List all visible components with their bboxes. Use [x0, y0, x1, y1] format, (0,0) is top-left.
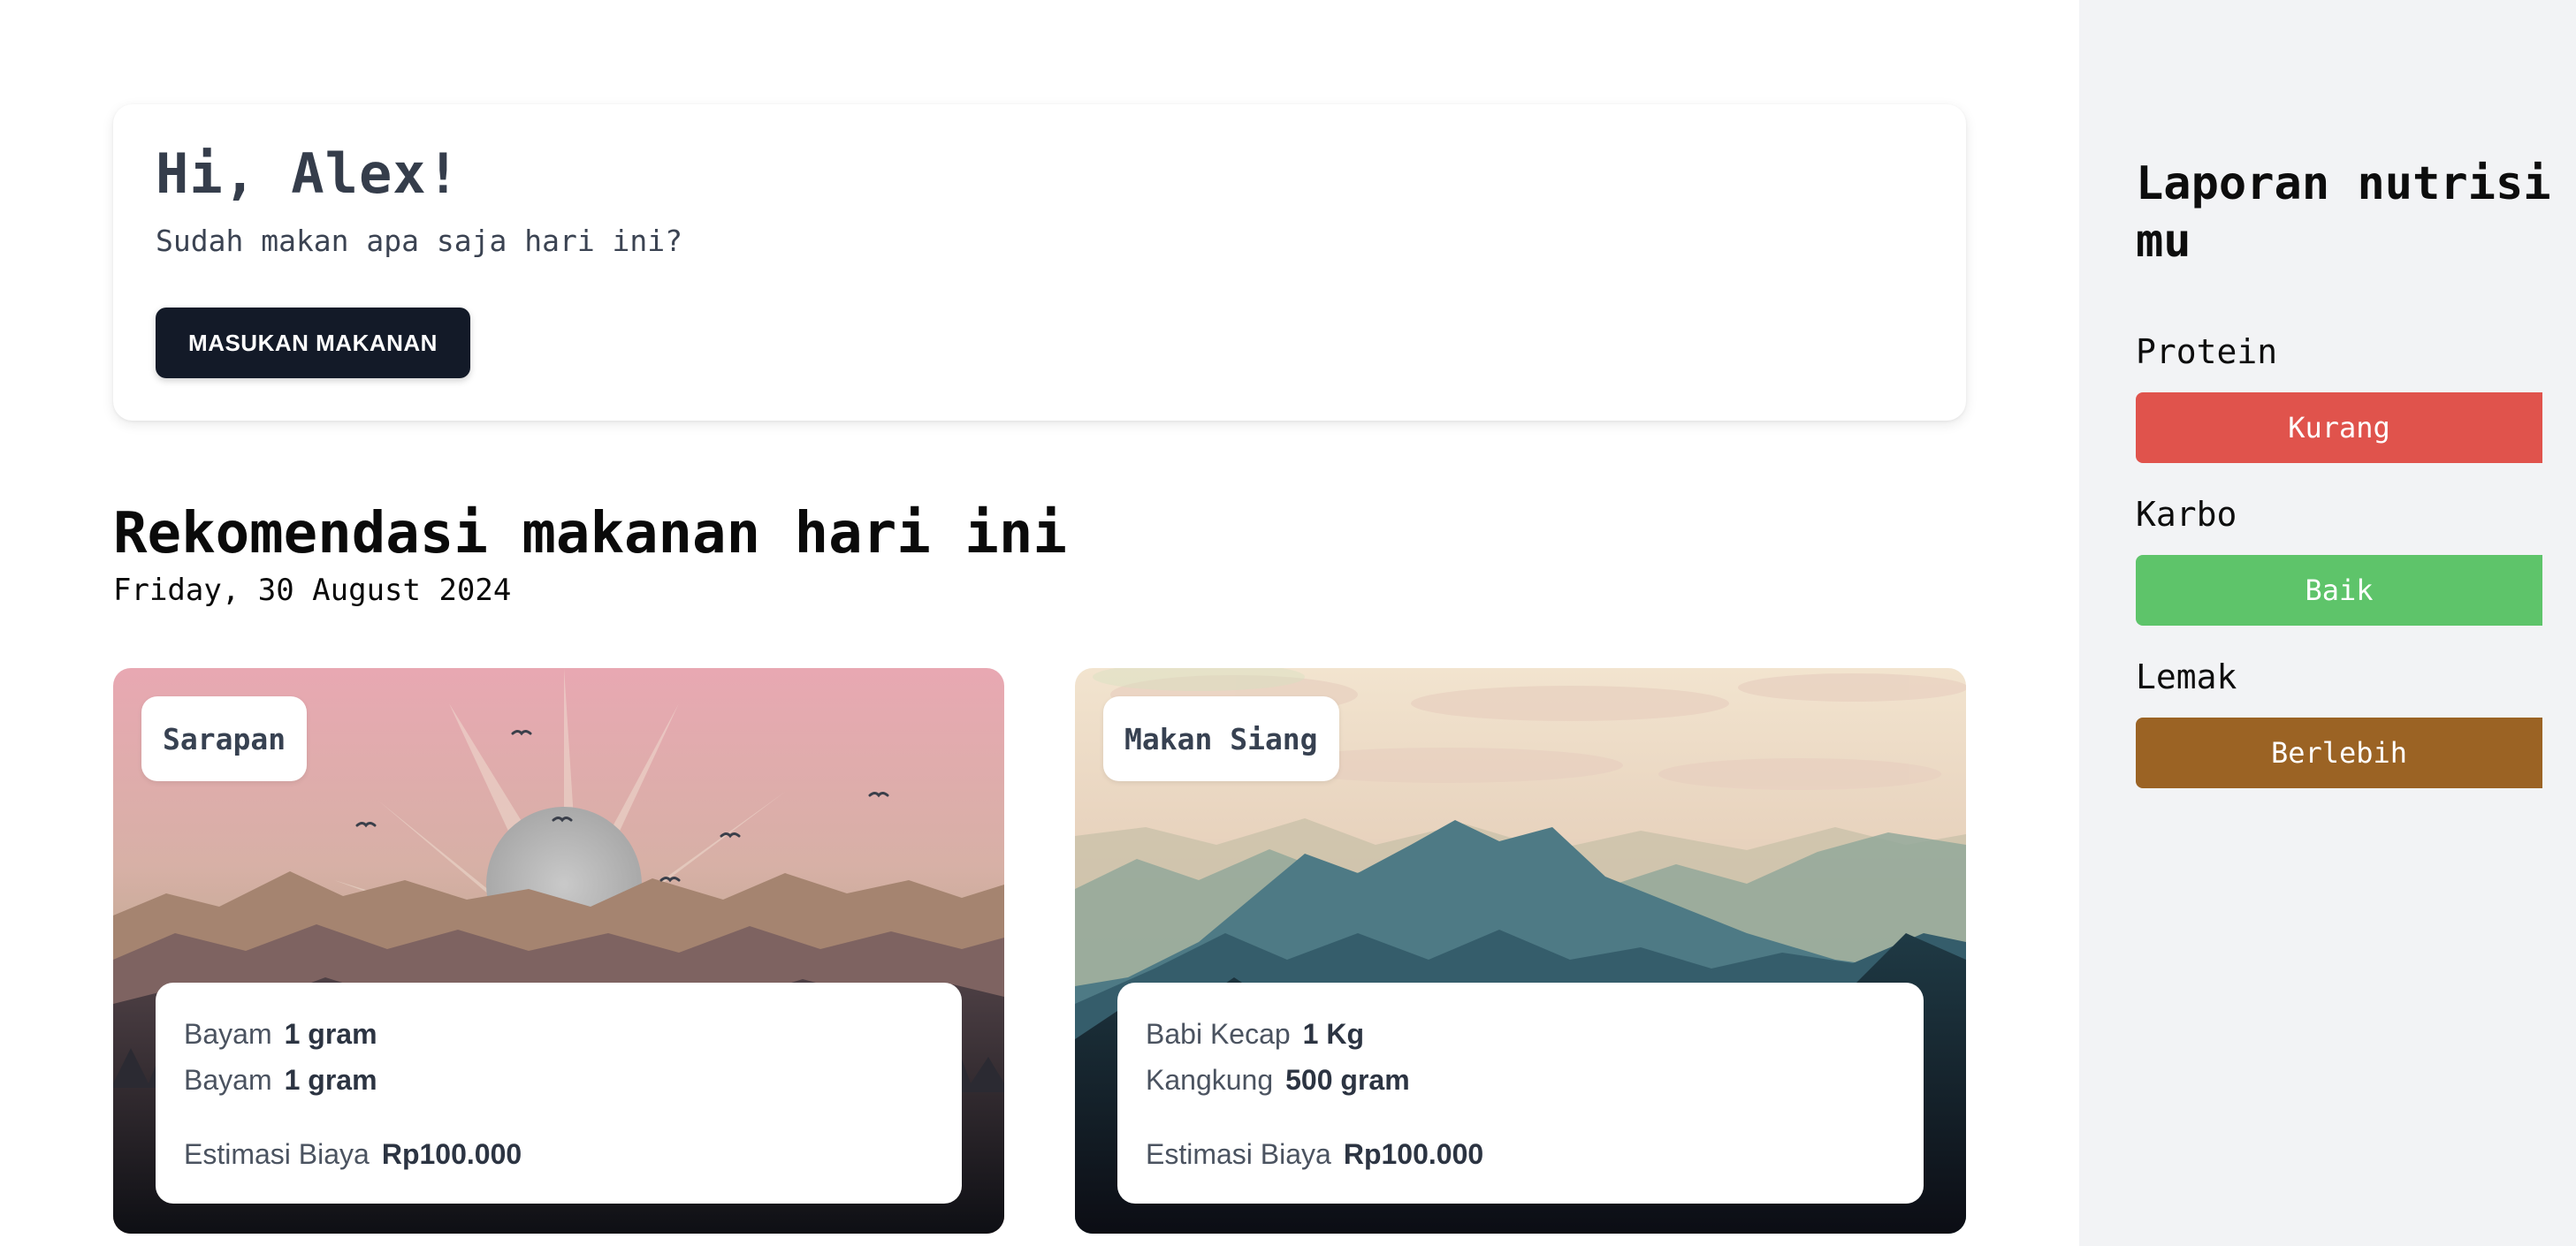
nutrient-label-protein: Protein	[2136, 332, 2278, 371]
estimated-cost: Estimasi Biaya Rp100.000	[184, 1138, 522, 1171]
meal-details: Bayam 1 gram Bayam 1 gram Estimasi Biaya Rp…	[156, 983, 962, 1204]
meal-details: Babi Kecap 1 Kg Kangkung 500 gram Estimasi…	[1117, 983, 1924, 1204]
food-amount: 1 gram	[284, 1064, 377, 1096]
meal-type-label: Makan Siang	[1103, 696, 1339, 781]
cost-label: Estimasi Biaya	[184, 1138, 370, 1170]
enter-food-button[interactable]: MASUKAN MAKANAN	[156, 308, 470, 378]
nutrient-label-karbo: Karbo	[2136, 495, 2237, 534]
greeting-title: Hi, Alex!	[156, 141, 461, 206]
greeting-subtitle: Sudah makan apa saja hari ini?	[156, 224, 683, 258]
nutrient-status-protein: Kurang	[2136, 392, 2542, 463]
meal-card-lunch[interactable]: Makan Siang Babi Kecap 1 Kg Kangkung 500 g…	[1075, 668, 1966, 1234]
food-name: Bayam	[184, 1018, 272, 1050]
food-item: Babi Kecap 1 Kg	[1146, 1018, 1364, 1051]
food-amount: 1 gram	[284, 1018, 377, 1050]
nutrition-report-title: Laporan nutrisi mu	[2136, 157, 2551, 268]
main-content: Hi, Alex! Sudah makan apa saja hari ini?…	[0, 0, 2079, 1246]
nutrient-label-lemak: Lemak	[2136, 657, 2237, 696]
food-name: Babi Kecap	[1146, 1018, 1291, 1050]
nutrient-status-lemak: Berlebih	[2136, 718, 2542, 788]
food-item: Bayam 1 gram	[184, 1018, 377, 1051]
recommendation-title: Rekomendasi makanan hari ini	[113, 501, 1067, 566]
food-amount: 500 gram	[1285, 1064, 1410, 1096]
food-amount: 1 Kg	[1302, 1018, 1365, 1050]
nutrition-sidebar: Laporan nutrisi mu Protein Kurang Karbo …	[2079, 0, 2576, 1246]
meal-type-label: Sarapan	[141, 696, 308, 781]
meal-card-breakfast[interactable]: Sarapan Bayam 1 gram Bayam 1 gram Estimasi…	[113, 668, 1004, 1234]
recommendation-date: Friday, 30 August 2024	[113, 573, 512, 608]
greeting-card: Hi, Alex! Sudah makan apa saja hari ini?…	[113, 104, 1966, 421]
food-item: Kangkung 500 gram	[1146, 1064, 1410, 1097]
food-item: Bayam 1 gram	[184, 1064, 377, 1097]
nutrient-status-karbo: Baik	[2136, 555, 2542, 626]
cost-label: Estimasi Biaya	[1146, 1138, 1331, 1170]
cost-value: Rp100.000	[381, 1138, 522, 1170]
cost-value: Rp100.000	[1343, 1138, 1484, 1170]
food-name: Bayam	[184, 1064, 272, 1096]
food-name: Kangkung	[1146, 1064, 1274, 1096]
estimated-cost: Estimasi Biaya Rp100.000	[1146, 1138, 1483, 1171]
